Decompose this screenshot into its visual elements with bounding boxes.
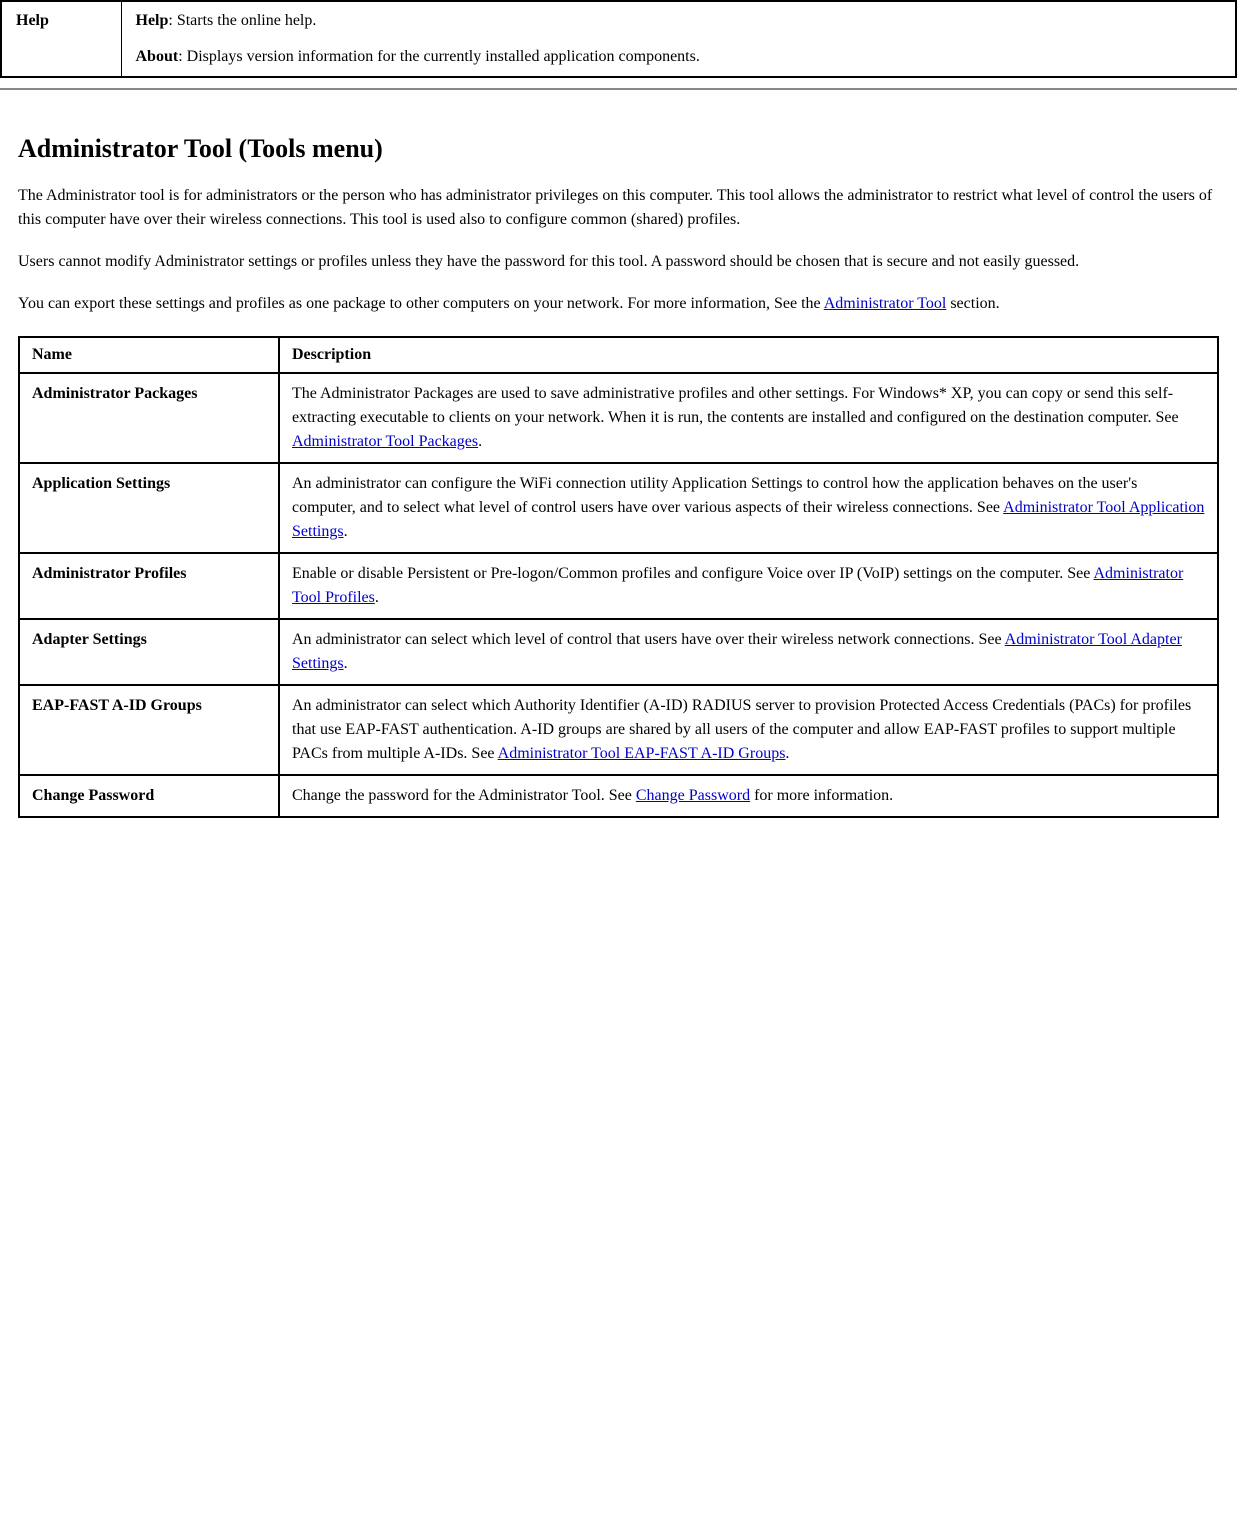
help-label: Help [16, 12, 49, 29]
table-row: Application SettingsAn administrator can… [19, 463, 1218, 553]
table-row: Adapter SettingsAn administrator can sel… [19, 619, 1218, 685]
row-link[interactable]: Administrator Tool Packages [292, 433, 478, 450]
intro-paragraph-1: The Administrator tool is for administra… [18, 184, 1219, 232]
row-link[interactable]: Administrator Tool Adapter Settings [292, 631, 1182, 672]
row-description-cell: Change the password for the Administrato… [279, 775, 1218, 817]
row-name-cell: EAP-FAST A-ID Groups [19, 685, 279, 775]
row-description-cell: Enable or disable Persistent or Pre-logo… [279, 553, 1218, 619]
table-row: Administrator ProfilesEnable or disable … [19, 553, 1218, 619]
page-title: Administrator Tool (Tools menu) [18, 134, 1219, 164]
p3-after-link: section. [946, 295, 999, 312]
row-link[interactable]: Administrator Tool Profiles [292, 565, 1183, 606]
about-line-rest: : Displays version information for the c… [178, 48, 700, 65]
about-line: About: Displays version information for … [136, 48, 1222, 66]
help-name-cell: Help [1, 1, 121, 77]
row-description-cell: An administrator can configure the WiFi … [279, 463, 1218, 553]
help-description-cell: Help: Starts the online help. About: Dis… [121, 1, 1236, 77]
col-header-description: Description [279, 337, 1218, 373]
row-name-cell: Administrator Profiles [19, 553, 279, 619]
help-bold: Help [136, 12, 169, 29]
about-bold: About [136, 48, 179, 65]
divider [0, 88, 1237, 90]
row-link[interactable]: Administrator Tool Application Settings [292, 499, 1204, 540]
main-content: Administrator Tool (Tools menu) The Admi… [0, 114, 1237, 848]
row-name-cell: Adapter Settings [19, 619, 279, 685]
help-line1: Help: Starts the online help. [136, 12, 1222, 30]
main-data-table: Name Description Administrator PackagesT… [18, 336, 1219, 818]
row-name-cell: Administrator Packages [19, 373, 279, 463]
help-table: Help Help: Starts the online help. About… [0, 0, 1237, 78]
row-link[interactable]: Administrator Tool EAP-FAST A-ID Groups [498, 745, 786, 762]
intro-paragraph-2: Users cannot modify Administrator settin… [18, 250, 1219, 274]
p3-before-link: You can export these settings and profil… [18, 295, 824, 312]
table-row: Administrator PackagesThe Administrator … [19, 373, 1218, 463]
table-row: EAP-FAST A-ID GroupsAn administrator can… [19, 685, 1218, 775]
admin-tool-link[interactable]: Administrator Tool [824, 295, 947, 312]
help-line1-rest: : Starts the online help. [168, 12, 316, 29]
col-header-name: Name [19, 337, 279, 373]
table-header-row: Name Description [19, 337, 1218, 373]
row-description-cell: An administrator can select which Author… [279, 685, 1218, 775]
row-description-cell: An administrator can select which level … [279, 619, 1218, 685]
row-description-cell: The Administrator Packages are used to s… [279, 373, 1218, 463]
row-name-cell: Application Settings [19, 463, 279, 553]
row-name-cell: Change Password [19, 775, 279, 817]
table-row: Change PasswordChange the password for t… [19, 775, 1218, 817]
row-link[interactable]: Change Password [636, 787, 750, 804]
intro-paragraph-3: You can export these settings and profil… [18, 292, 1219, 316]
